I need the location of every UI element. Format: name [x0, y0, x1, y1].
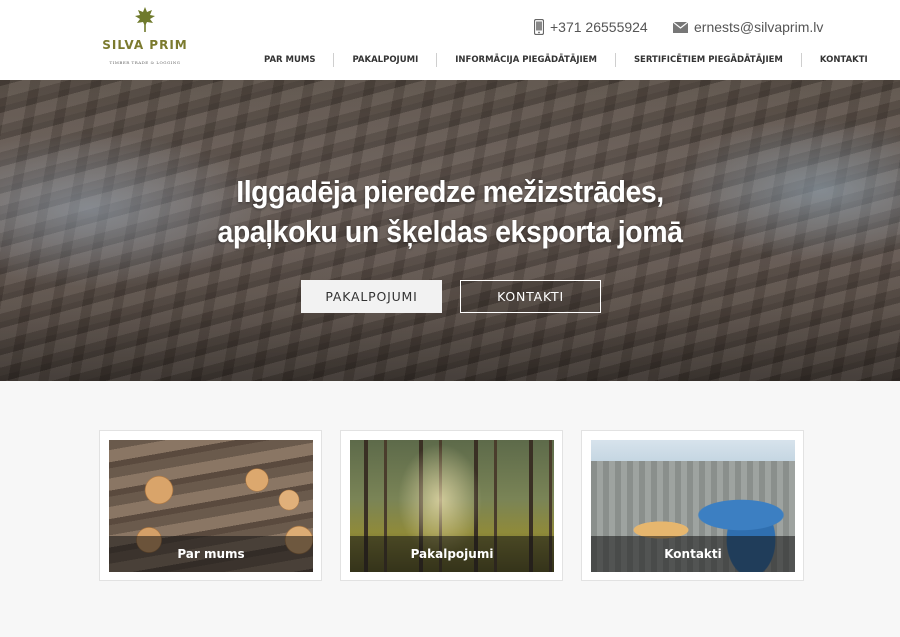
- email-address: ernests@silvaprim.lv: [694, 19, 824, 35]
- nav-item-pakalpojumi[interactable]: PAKALPOJUMI: [333, 53, 436, 67]
- phone-number: +371 26555924: [550, 19, 648, 35]
- logs-image: Par mums: [109, 440, 313, 572]
- nav-item-certified-suppliers[interactable]: SERTIFICĒTIEM PIEGĀDĀTĀJIEM: [614, 53, 801, 67]
- card-label: Pakalpojumi: [410, 547, 494, 561]
- leaf-logo-icon: [135, 7, 155, 32]
- card-kontakti[interactable]: Kontakti: [581, 430, 804, 581]
- card-label-bar: Kontakti: [591, 536, 795, 572]
- brand-tagline: TIMBER TRADE & LOGGING: [109, 60, 181, 65]
- contacts-button[interactable]: KONTAKTI: [460, 280, 601, 313]
- mobile-phone-icon: [534, 19, 544, 35]
- card-label: Kontakti: [664, 547, 722, 561]
- hero-banner: Ilggadēja pieredze mežizstrādes, apaļkok…: [0, 80, 900, 381]
- nav-item-kontakti[interactable]: KONTAKTI: [800, 53, 886, 67]
- card-label-bar: Pakalpojumi: [350, 536, 554, 572]
- email-contact[interactable]: ernests@silvaprim.lv: [673, 17, 823, 37]
- envelope-icon: [673, 21, 688, 33]
- logo[interactable]: SILVA PRIM TIMBER TRADE & LOGGING: [100, 6, 190, 70]
- card-par-mums[interactable]: Par mums: [99, 430, 322, 581]
- card-label-bar: Par mums: [109, 536, 313, 572]
- nav-item-par-mums[interactable]: PAR MUMS: [246, 53, 333, 67]
- card-label: Par mums: [177, 547, 245, 561]
- brand-name: SILVA PRIM: [102, 38, 188, 52]
- site-header: SILVA PRIM TIMBER TRADE & LOGGING +371 2…: [0, 0, 900, 80]
- forest-image: Pakalpojumi: [350, 440, 554, 572]
- nav-item-supplier-info[interactable]: INFORMĀCIJA PIEGĀDĀTĀJIEM: [436, 53, 615, 67]
- phone-contact[interactable]: +371 26555924: [534, 17, 648, 37]
- services-button[interactable]: PAKALPOJUMI: [301, 280, 442, 313]
- port-image: Kontakti: [591, 440, 795, 572]
- hero-title: Ilggadēja pieredze mežizstrādes, apaļkok…: [174, 172, 726, 252]
- main-nav: PAR MUMS PAKALPOJUMI INFORMĀCIJA PIEGĀDĀ…: [246, 52, 886, 68]
- hero-title-line2: apaļkoku un šķeldas eksporta jomā: [217, 214, 683, 249]
- hero-title-line1: Ilggadēja pieredze mežizstrādes,: [236, 174, 664, 209]
- card-pakalpojumi[interactable]: Pakalpojumi: [340, 430, 563, 581]
